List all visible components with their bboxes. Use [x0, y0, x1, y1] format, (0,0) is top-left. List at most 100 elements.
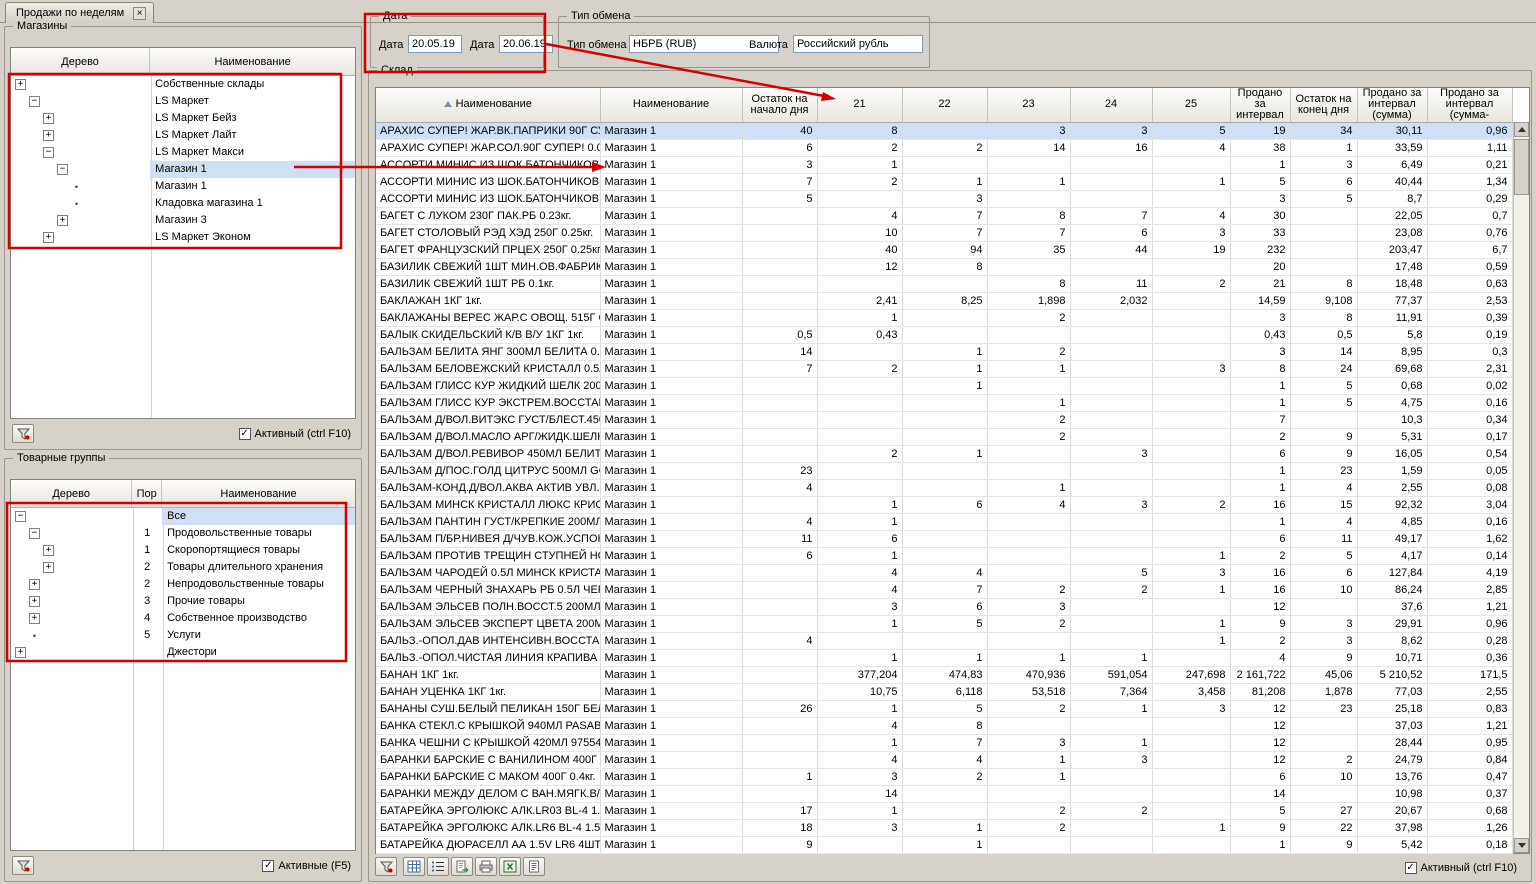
warehouse-column-header[interactable]: 24 [1070, 88, 1152, 122]
group-tree-row[interactable]: −Все [11, 508, 355, 525]
warehouse-row[interactable]: БАЛЬЗ.-ОПОЛ.ЧИСТАЯ ЛИНИЯ КРАПИВА 25Магаз… [376, 649, 1512, 666]
warehouse-row[interactable]: БАЗИЛИК СВЕЖИЙ 1ШТ МИН.ОВ.ФАБРИКАМагазин… [376, 258, 1512, 275]
warehouse-row[interactable]: БАГЕТ С ЛУКОМ 230Г ПАК.РБ 0.23кг.Магазин… [376, 207, 1512, 224]
vertical-scrollbar[interactable] [1513, 122, 1529, 853]
date-from-input[interactable] [408, 35, 462, 53]
warehouse-active-checkbox[interactable]: ✓ Активный (ctrl F10) [1405, 862, 1517, 874]
report-icon-button[interactable] [523, 857, 545, 876]
scroll-down-button[interactable] [1514, 838, 1529, 853]
warehouse-row[interactable]: БАРАНКИ МЕЖДУ ДЕЛОМ С ВАН.МЯГК.В/СМагази… [376, 785, 1512, 802]
groups-column-tree[interactable]: Дерево [11, 480, 132, 507]
excel-icon-button[interactable] [499, 857, 521, 876]
group-tree-row[interactable]: +3Прочие товары [11, 593, 355, 610]
store-tree-row[interactable]: −LS Маркет [11, 93, 355, 110]
warehouse-row[interactable]: БАКЛАЖАН 1КГ 1кг.Магазин 12,418,251,8982… [376, 292, 1512, 309]
warehouse-row[interactable]: БАНКА СТЕКЛ.С КРЫШКОЙ 940МЛ PASABAHМагаз… [376, 717, 1512, 734]
warehouse-column-header[interactable]: Продано за интервал [1230, 88, 1290, 122]
warehouse-row[interactable]: АССОРТИ МИНИС ИЗ ШОК.БАТОНЧИКОВ 93Магази… [376, 190, 1512, 207]
tab-close-icon[interactable]: × [133, 7, 146, 20]
warehouse-row[interactable]: БАЛЬЗ.-ОПОЛ.ДАВ ИНТЕНСИВН.ВОССТАН.!Магаз… [376, 632, 1512, 649]
warehouse-row[interactable]: АССОРТИ МИНИС ИЗ ШОК.БАТОНЧИКОВ 9Магазин… [376, 156, 1512, 173]
warehouse-row[interactable]: АРАХИС СУПЕР! ЖАР.ВК.ПАПРИКИ 90Г СУПМага… [376, 122, 1512, 139]
group-tree-row[interactable]: −1Продовольственные товары [11, 525, 355, 542]
warehouse-row[interactable]: БАЛЬЗАМ ЧАРОДЕЙ 0.5Л МИНСК КРИСТАЛЛМагаз… [376, 564, 1512, 581]
warehouse-row[interactable]: БАЛЬЗАМ Д/ВОЛ.МАСЛО АРГ/ЖИДК.ШЕЛК 5Магаз… [376, 428, 1512, 445]
warehouse-row[interactable]: БАЛЬЗАМ ПАНТИН ГУСТ/КРЕПКИЕ 200МЛ PМагаз… [376, 513, 1512, 530]
warehouse-row[interactable]: АССОРТИ МИНИС ИЗ ШОК.БАТОНЧИКОВ 9Магазин… [376, 173, 1512, 190]
date-to-input[interactable] [499, 35, 553, 53]
warehouse-column-header[interactable]: 21 [817, 88, 902, 122]
group-tree-row[interactable]: +1Скоропортящиеся товары [11, 542, 355, 559]
warehouse-row[interactable]: БАТАРЕЙКА ЭРГОЛЮКС АЛК.LR03 BL-4 1.5ВМаг… [376, 802, 1512, 819]
expand-icon[interactable]: + [43, 545, 54, 556]
expand-icon[interactable]: + [29, 579, 40, 590]
expand-icon[interactable]: + [43, 232, 54, 243]
warehouse-column-header[interactable]: Наименование [376, 88, 600, 122]
stores-filter-button[interactable] [12, 424, 34, 443]
expand-icon[interactable]: + [29, 613, 40, 624]
collapse-icon[interactable]: − [29, 96, 40, 107]
group-tree-row[interactable]: •5Услуги [11, 627, 355, 644]
warehouse-row[interactable]: БАЛЬЗАМ ПРОТИВ ТРЕЩИН СТУПНЕЙ НОГМагазин… [376, 547, 1512, 564]
warehouse-row[interactable]: БАТАРЕЙКА ЭРГОЛЮКС АЛК.LR6 BL-4 1.5ВМага… [376, 819, 1512, 836]
warehouse-column-header[interactable]: Продано за интервал (сумма- [1427, 88, 1512, 122]
warehouse-row[interactable]: БАЛЬЗАМ ГЛИСС КУР ЖИДКИЙ ШЕЛК 200ММагази… [376, 377, 1512, 394]
print-icon-button[interactable] [475, 857, 497, 876]
store-tree-row[interactable]: +Магазин 3 [11, 212, 355, 229]
groups-column-order[interactable]: Пор [132, 480, 162, 507]
expand-icon[interactable]: + [57, 215, 68, 226]
warehouse-row[interactable]: БАГЕТ СТОЛОВЫЙ РЭД ХЭД 250Г 0.25кг.Магаз… [376, 224, 1512, 241]
groups-active-checkbox[interactable]: ✓ Активные (F5) [262, 860, 351, 872]
collapse-icon[interactable]: − [15, 511, 26, 522]
collapse-icon[interactable]: − [57, 164, 68, 175]
group-tree-row[interactable]: +2Товары длительного хранения [11, 559, 355, 576]
warehouse-row[interactable]: БАНАН 1КГ 1кг.Магазин 1377,204474,83470,… [376, 666, 1512, 683]
warehouse-filter-button[interactable] [375, 857, 397, 876]
warehouse-row[interactable]: БАЛЬЗАМ ЧЕРНЫЙ ЗНАХАРЬ РБ 0.5Л ЧЕРНМагаз… [376, 581, 1512, 598]
warehouse-row[interactable]: БАРАНКИ БАРСКИЕ С МАКОМ 400Г 0.4кг.Магаз… [376, 768, 1512, 785]
expand-icon[interactable]: + [43, 562, 54, 573]
warehouse-row[interactable]: АРАХИС СУПЕР! ЖАР.СОЛ.90Г СУПЕР! 0.09кМа… [376, 139, 1512, 156]
warehouse-column-header[interactable]: Наименование [600, 88, 742, 122]
scrollbar-thumb[interactable] [1514, 139, 1529, 195]
store-tree-row[interactable]: −Магазин 1 [11, 161, 355, 178]
warehouse-row[interactable]: БАЛЬЗАМ Д/ПОС.ГОЛД ЦИТРУС 500МЛ GOLМагаз… [376, 462, 1512, 479]
collapse-icon[interactable]: − [43, 147, 54, 158]
list-icon-button[interactable] [427, 857, 449, 876]
warehouse-row[interactable]: БАЛЬЗАМ Д/ВОЛ.РЕВИВОР 450МЛ БЕЛИТАМагази… [376, 445, 1512, 462]
expand-icon[interactable]: + [29, 596, 40, 607]
expand-icon[interactable]: + [43, 113, 54, 124]
warehouse-row[interactable]: БАКЛАЖАНЫ ВЕРЕС ЖАР.С ОВОЩ. 515Г СТМагаз… [376, 309, 1512, 326]
group-tree-row[interactable]: +Джестори [11, 644, 355, 661]
collapse-icon[interactable]: − [29, 528, 40, 539]
warehouse-column-header[interactable]: 23 [987, 88, 1070, 122]
grid-icon-button[interactable] [403, 857, 425, 876]
warehouse-row[interactable]: БАЛЬЗАМ ГЛИСС КУР ЭКСТРЕМ.ВОССТАН.Магази… [376, 394, 1512, 411]
expand-icon[interactable]: + [43, 130, 54, 141]
store-tree-row[interactable]: −LS Маркет Макси [11, 144, 355, 161]
warehouse-row[interactable]: БАЛЬЗАМ Д/ВОЛ.ВИТЭКС ГУСТ/БЛЕСТ.450ММага… [376, 411, 1512, 428]
warehouse-row[interactable]: БАЗИЛИК СВЕЖИЙ 1ШТ РБ 0.1кг.Магазин 1811… [376, 275, 1512, 292]
store-tree-row[interactable]: •Кладовка магазина 1 [11, 195, 355, 212]
warehouse-row[interactable]: БАГЕТ ФРАНЦУЗСКИЙ ПРЦЕХ 250Г 0.25кг.Мага… [376, 241, 1512, 258]
warehouse-row[interactable]: БАЛЬЗАМ-КОНД.Д/ВОЛ.АКВА АКТИВ УВЛ.35Мага… [376, 479, 1512, 496]
warehouse-column-header[interactable]: Остаток на начало дня [742, 88, 817, 122]
warehouse-row[interactable]: БАЛЬЗАМ ЭЛЬСЕВ ПОЛН.ВОССТ.5 200МЛ EМагаз… [376, 598, 1512, 615]
warehouse-row[interactable]: БАНКА ЧЕШНИ С КРЫШКОЙ 420МЛ 97554 PМагаз… [376, 734, 1512, 751]
scroll-up-button[interactable] [1514, 122, 1529, 137]
store-tree-row[interactable]: +LS Маркет Лайт [11, 127, 355, 144]
stores-column-tree[interactable]: Дерево [11, 48, 150, 75]
group-tree-row[interactable]: +4Собственное производство [11, 610, 355, 627]
warehouse-column-header[interactable]: Остаток на конец дня [1290, 88, 1357, 122]
store-tree-row[interactable]: •Магазин 1 [11, 178, 355, 195]
warehouse-row[interactable]: БАЛЬЗАМ ЭЛЬСЕВ ЭКСПЕРТ ЦВЕТА 200МЛМагази… [376, 615, 1512, 632]
warehouse-row[interactable]: БАЛЬЗАМ БЕЛОВЕЖСКИЙ КРИСТАЛЛ 0.5ЛМагазин… [376, 360, 1512, 377]
warehouse-column-header[interactable]: Продано за интервал (сумма) [1357, 88, 1427, 122]
expand-icon[interactable]: + [15, 647, 26, 658]
group-tree-row[interactable]: +2Непродовольственные товары [11, 576, 355, 593]
store-tree-row[interactable]: +LS Маркет Бейз [11, 110, 355, 127]
warehouse-row[interactable]: БАНАНЫ СУШ.БЕЛЫЙ ПЕЛИКАН 150Г БЕЛЬМагази… [376, 700, 1512, 717]
warehouse-row[interactable]: БАЛЬЗАМ БЕЛИТА ЯНГ 300МЛ БЕЛИТА 0.3кМага… [376, 343, 1512, 360]
warehouse-row[interactable]: БАТАРЕЙКА ДЮРАСЕЛЛ АА 1.5V LR6 4ШТ DМага… [376, 836, 1512, 853]
warehouse-column-header[interactable]: 22 [902, 88, 987, 122]
